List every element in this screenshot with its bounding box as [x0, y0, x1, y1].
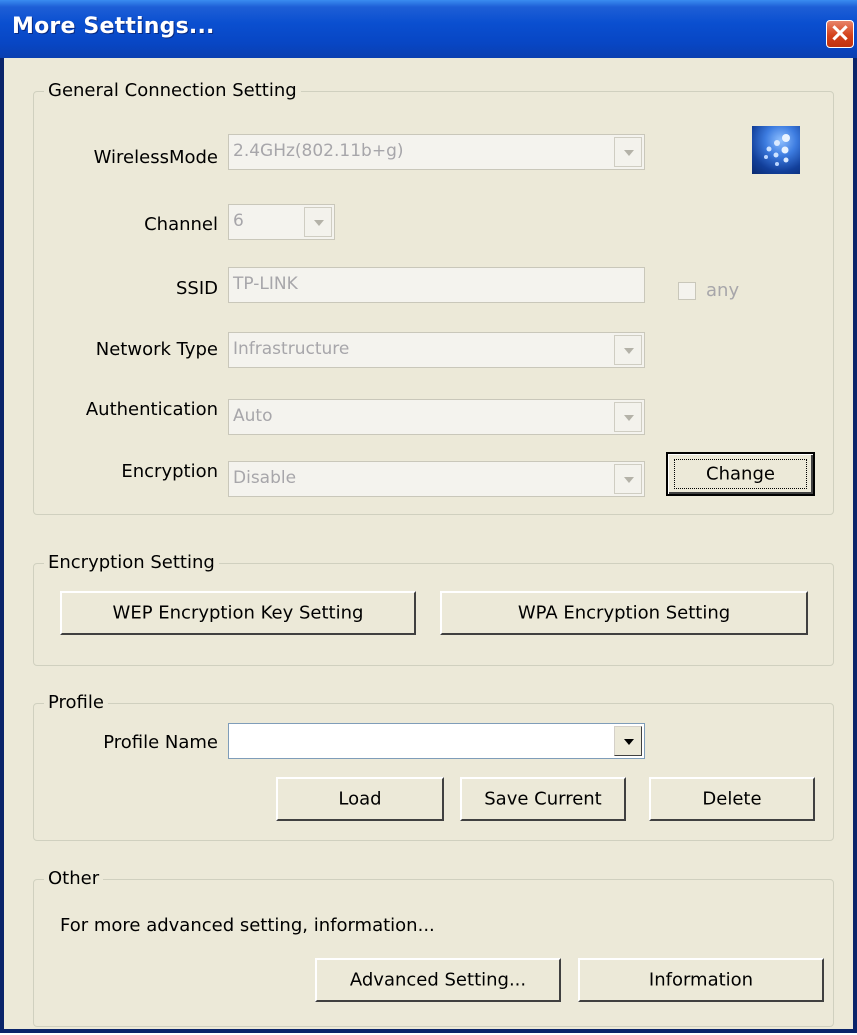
- more-settings-window: More Settings... × General Connection Se…: [0, 0, 857, 1033]
- close-icon: ×: [829, 18, 851, 48]
- delete-button[interactable]: Delete: [649, 777, 815, 821]
- channel-value: 6: [233, 211, 244, 231]
- any-ssid-label: any: [706, 280, 740, 301]
- wep-encryption-key-setting-button[interactable]: WEP Encryption Key Setting: [60, 591, 416, 635]
- authentication-value: Auto: [233, 406, 273, 426]
- advanced-setting-button[interactable]: Advanced Setting...: [315, 958, 561, 1002]
- profile-name-label: Profile Name: [103, 732, 218, 753]
- wireless-mode-value: 2.4GHz(802.11b+g): [233, 141, 404, 161]
- general-connection-group-title: General Connection Setting: [44, 78, 301, 104]
- information-button[interactable]: Information: [578, 958, 824, 1002]
- ssid-label: SSID: [175, 278, 218, 299]
- network-type-label: Network Type: [95, 339, 218, 360]
- chevron-down-icon[interactable]: [614, 726, 642, 756]
- wpa-encryption-setting-button[interactable]: WPA Encryption Setting: [440, 591, 808, 635]
- load-button-label: Load: [338, 788, 382, 810]
- encryption-label: Encryption: [121, 461, 218, 482]
- other-description: For more advanced setting, information..…: [60, 915, 435, 936]
- wireless-mode-label: WirelessMode: [93, 147, 218, 168]
- network-type-select[interactable]: Infrastructure: [228, 332, 645, 368]
- encryption-value: Disable: [233, 468, 297, 488]
- channel-select[interactable]: 6: [228, 204, 335, 240]
- chevron-down-icon[interactable]: [614, 137, 642, 167]
- other-group: Other: [33, 866, 834, 1027]
- ssid-field[interactable]: TP-LINK: [228, 267, 645, 303]
- advanced-setting-button-label: Advanced Setting...: [349, 969, 527, 991]
- other-group-title: Other: [44, 866, 104, 892]
- window-title: More Settings...: [12, 14, 215, 39]
- profile-name-select[interactable]: [228, 723, 645, 759]
- authentication-select[interactable]: Auto: [228, 399, 645, 435]
- ssid-value: TP-LINK: [233, 274, 298, 294]
- delete-button-label: Delete: [702, 788, 762, 810]
- wireless-adapter-logo-icon: [752, 126, 800, 174]
- network-type-value: Infrastructure: [233, 339, 350, 359]
- chevron-down-icon[interactable]: [614, 464, 642, 494]
- authentication-label: Authentication: [85, 399, 218, 420]
- channel-label: Channel: [144, 214, 218, 235]
- wep-button-label: WEP Encryption Key Setting: [112, 602, 364, 624]
- change-button-label: Change: [706, 463, 775, 485]
- encryption-select[interactable]: Disable: [228, 461, 645, 497]
- close-button[interactable]: ×: [826, 18, 854, 48]
- encryption-setting-group-title: Encryption Setting: [44, 550, 219, 576]
- chevron-down-icon[interactable]: [304, 207, 332, 237]
- profile-group-title: Profile: [44, 690, 108, 716]
- wireless-mode-select[interactable]: 2.4GHz(802.11b+g): [228, 134, 645, 170]
- save-current-button[interactable]: Save Current: [460, 777, 626, 821]
- change-button[interactable]: Change: [666, 452, 815, 496]
- wpa-button-label: WPA Encryption Setting: [517, 602, 731, 624]
- load-button[interactable]: Load: [276, 777, 444, 821]
- chevron-down-icon[interactable]: [614, 402, 642, 432]
- chevron-down-icon[interactable]: [614, 335, 642, 365]
- dialog-client-area: General Connection Setting WirelessMode …: [4, 58, 853, 1029]
- information-button-label: Information: [648, 969, 754, 991]
- any-ssid-checkbox[interactable]: [678, 282, 696, 300]
- title-bar[interactable]: More Settings... ×: [0, 0, 857, 58]
- save-current-button-label: Save Current: [484, 788, 602, 810]
